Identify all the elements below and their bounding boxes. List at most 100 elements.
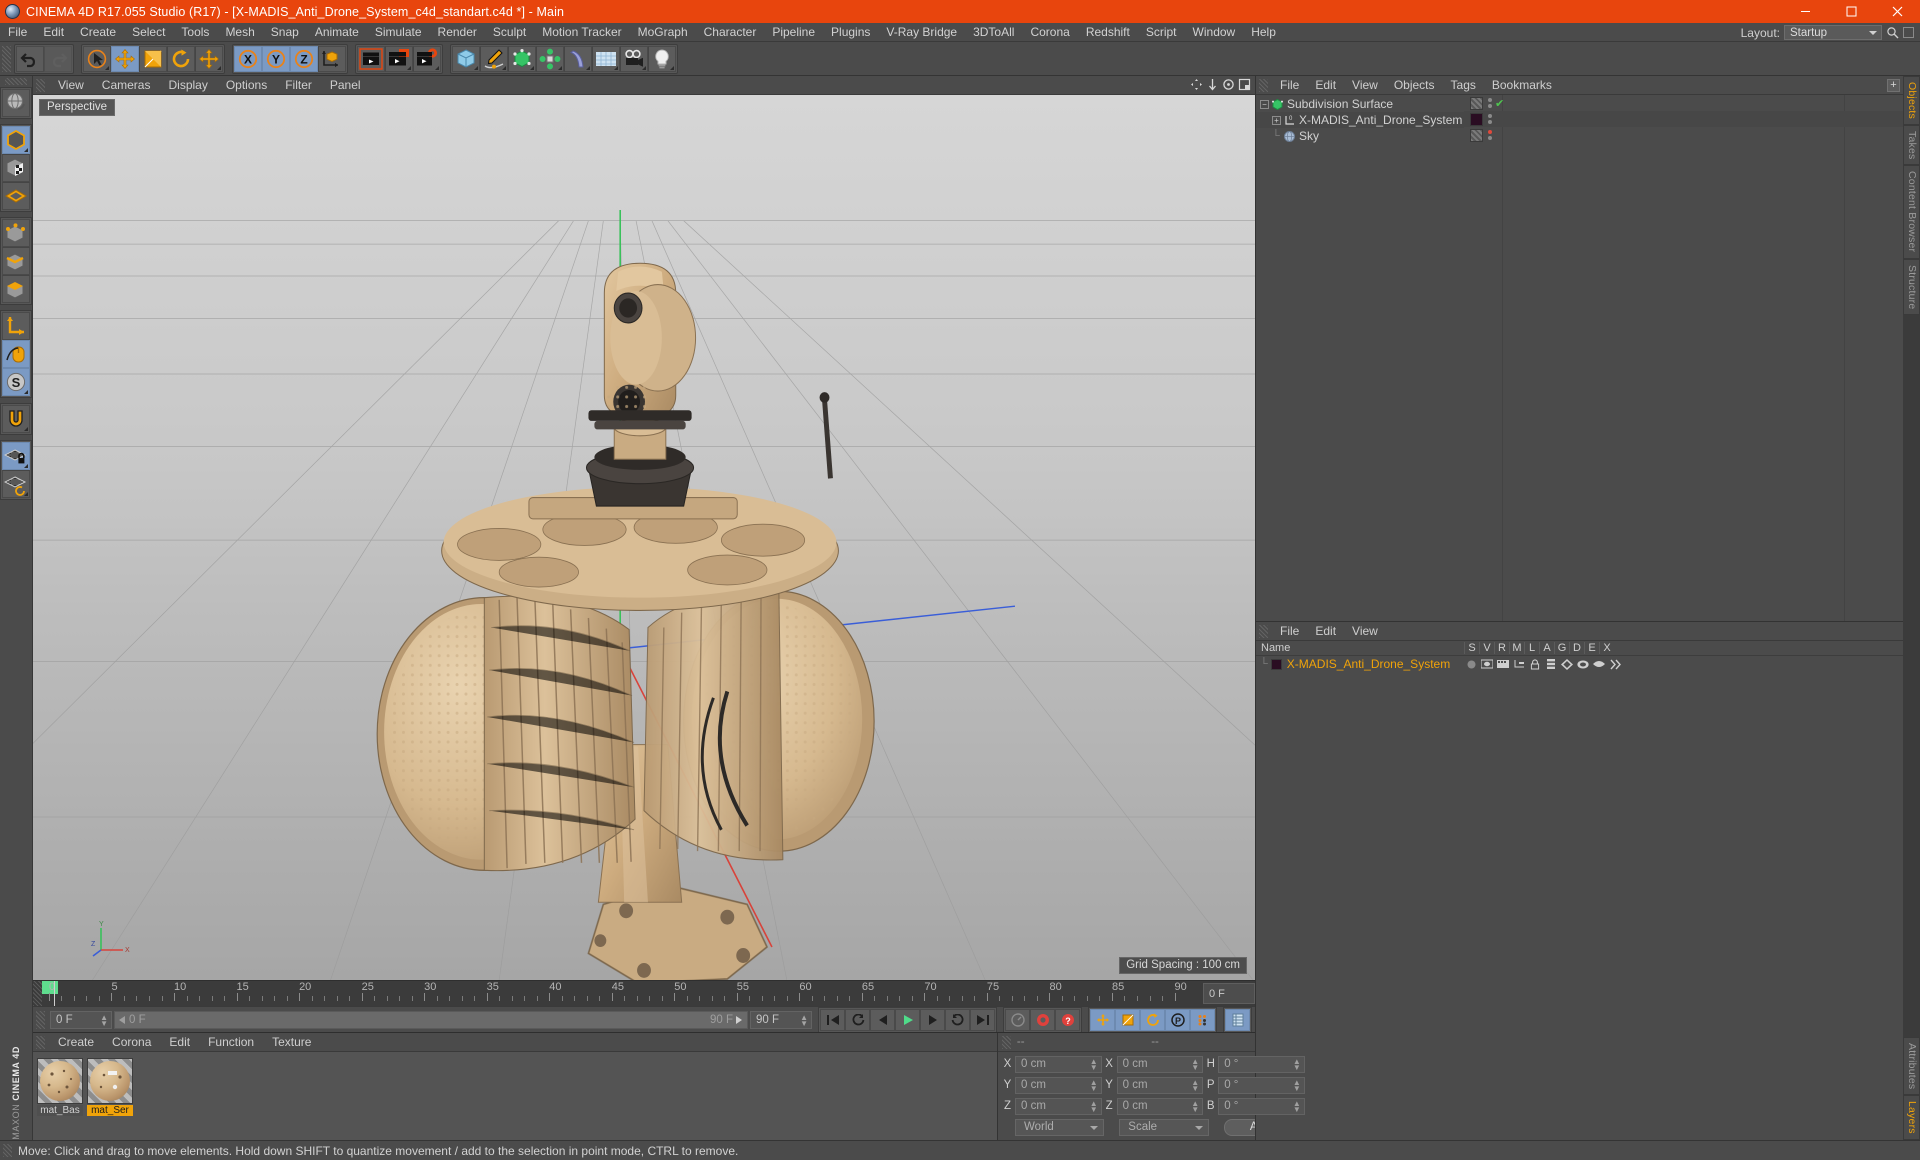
autokeying-button[interactable] xyxy=(1005,1008,1030,1031)
side-tab-layers[interactable]: Layers xyxy=(1903,1095,1920,1140)
material-menu-corona[interactable]: Corona xyxy=(103,1033,160,1052)
go-to-end-button[interactable] xyxy=(970,1008,995,1031)
spinner-icon[interactable]: ▲ ▼ xyxy=(1090,1057,1098,1071)
visibility-dots[interactable] xyxy=(1488,130,1492,140)
coordinate-manager-grip[interactable] xyxy=(1002,1035,1011,1049)
render-view-button[interactable] xyxy=(357,45,385,72)
timeline-ruler[interactable]: 0 5 10 15 20 25 30 35 40 45 50 55 60 65 70 75 80 85 90 0 F xyxy=(33,980,1255,1006)
step-back-button[interactable] xyxy=(870,1008,895,1031)
perspective-viewport[interactable]: Perspective Grid Spacing : 100 cm Y X Z xyxy=(33,95,1255,980)
record-scale-button[interactable] xyxy=(1115,1008,1140,1031)
layer-menu-view[interactable]: View xyxy=(1344,622,1386,641)
size-z-input[interactable]: 0 cm ▲ ▼ xyxy=(1116,1097,1204,1115)
object-row-x-madis[interactable]: + 0 X-MADIS_Anti_Drone_System xyxy=(1256,112,1464,128)
xref-icon[interactable] xyxy=(1608,658,1622,671)
object-row-subdivision-surface[interactable]: − Subdivision Surface xyxy=(1256,96,1464,112)
rot-b-input[interactable]: 0 ° ▲ ▼ xyxy=(1218,1097,1305,1115)
timeline-grip[interactable] xyxy=(33,981,42,1006)
enable-snapping-button[interactable] xyxy=(2,405,30,433)
column-generators[interactable]: G xyxy=(1554,642,1569,654)
layer-manager-grip[interactable] xyxy=(1259,624,1268,638)
expander-icon[interactable]: + xyxy=(1272,115,1281,125)
edges-mode-button[interactable] xyxy=(2,247,30,275)
material-menu-create[interactable]: Create xyxy=(49,1033,103,1052)
menu-item-pipeline[interactable]: Pipeline xyxy=(764,23,823,42)
slider-left-arrow-icon[interactable] xyxy=(119,1015,126,1024)
viewport-menu-view[interactable]: View xyxy=(49,76,93,95)
play-button[interactable] xyxy=(895,1008,920,1031)
viewport-menu-filter[interactable]: Filter xyxy=(276,76,321,95)
scale-tool-button[interactable] xyxy=(139,45,167,72)
menu-item-snap[interactable]: Snap xyxy=(263,23,307,42)
camera-button[interactable] xyxy=(620,45,648,72)
layer-icon[interactable] xyxy=(1544,658,1558,671)
move-tool-button[interactable] xyxy=(111,45,139,72)
coordinate-system-select[interactable]: World xyxy=(1015,1118,1105,1136)
object-menu-bookmarks[interactable]: Bookmarks xyxy=(1484,76,1560,95)
search-icon[interactable] xyxy=(1886,26,1899,39)
render-icon[interactable] xyxy=(1496,658,1510,671)
add-object-button[interactable]: + xyxy=(1887,78,1900,92)
rotate-tool-button[interactable] xyxy=(167,45,195,72)
column-animation[interactable]: A xyxy=(1539,642,1554,654)
record-position-button[interactable] xyxy=(1090,1008,1115,1031)
record-rotation-button[interactable] xyxy=(1140,1008,1165,1031)
material-menu-function[interactable]: Function xyxy=(199,1033,263,1052)
object-menu-view[interactable]: View xyxy=(1344,76,1386,95)
material-item-sensor[interactable]: mat_Ser xyxy=(87,1058,133,1116)
spinner-icon[interactable]: ▲ ▼ xyxy=(1293,1099,1301,1113)
column-deformers[interactable]: D xyxy=(1569,642,1584,654)
slider-right-arrow-icon[interactable] xyxy=(736,1015,743,1024)
record-active-objects-button[interactable] xyxy=(1030,1008,1055,1031)
nurbs-button[interactable] xyxy=(508,45,536,72)
menu-item-plugins[interactable]: Plugins xyxy=(823,23,878,42)
side-tab-takes[interactable]: Takes xyxy=(1903,125,1920,166)
go-to-previous-key-button[interactable] xyxy=(845,1008,870,1031)
side-tab-structure[interactable]: Structure xyxy=(1903,258,1920,316)
go-to-next-key-button[interactable] xyxy=(945,1008,970,1031)
spinner-icon[interactable]: ▲ ▼ xyxy=(1191,1078,1199,1092)
material-item-base[interactable]: mat_Bas xyxy=(37,1058,83,1116)
hierarchy-icon[interactable] xyxy=(1512,658,1526,671)
menu-item-corona[interactable]: Corona xyxy=(1022,23,1077,42)
spinner-icon[interactable]: ▲ ▼ xyxy=(1191,1099,1199,1113)
maximize-view-icon[interactable] xyxy=(1238,78,1251,91)
go-to-start-button[interactable] xyxy=(820,1008,845,1031)
sphere-dot-icon[interactable] xyxy=(1464,658,1478,671)
maximize-icon[interactable] xyxy=(1828,0,1874,23)
column-render[interactable]: R xyxy=(1494,642,1509,654)
visibility-dots[interactable] xyxy=(1488,98,1492,108)
menu-item-window[interactable]: Window xyxy=(1185,23,1244,42)
toolbar-grip[interactable] xyxy=(2,45,11,72)
lock-y-button[interactable]: Y xyxy=(262,45,290,72)
material-swatch[interactable] xyxy=(37,1058,83,1104)
column-solo[interactable]: S xyxy=(1464,642,1479,654)
world-object-coordinates-button[interactable] xyxy=(318,45,346,72)
object-tag-hatched[interactable] xyxy=(1470,96,1483,110)
layout-select[interactable]: Startup xyxy=(1784,25,1882,40)
side-tab-objects[interactable]: Objects xyxy=(1903,76,1920,125)
menu-item-render[interactable]: Render xyxy=(430,23,485,42)
spinner-icon[interactable]: ▲ ▼ xyxy=(1293,1078,1301,1092)
texture-mode-button[interactable] xyxy=(2,182,30,210)
visibility-dots[interactable] xyxy=(1488,114,1492,124)
pos-y-input[interactable]: 0 cm ▲ ▼ xyxy=(1015,1076,1102,1094)
lock-z-button[interactable]: Z xyxy=(290,45,318,72)
deformer-icon[interactable] xyxy=(1576,658,1590,671)
polygons-mode-button[interactable] xyxy=(2,275,30,303)
model-mode-button[interactable] xyxy=(2,154,30,182)
column-manager[interactable]: M xyxy=(1509,642,1524,654)
menu-item-script[interactable]: Script xyxy=(1138,23,1185,42)
timeline-playhead[interactable] xyxy=(53,981,55,1006)
timeline-frame-field[interactable]: 0 F xyxy=(1203,983,1255,1004)
array-button[interactable] xyxy=(536,45,564,72)
workplane-rotate-button[interactable] xyxy=(2,470,30,498)
max-frame-input[interactable]: 90 F ▲ ▼ xyxy=(750,1010,812,1029)
timeline-track[interactable]: 0 5 10 15 20 25 30 35 40 45 50 55 60 65 70 75 80 85 90 xyxy=(42,981,1200,1006)
visibility-icon[interactable] xyxy=(1480,658,1494,671)
menu-item-animate[interactable]: Animate xyxy=(307,23,367,42)
panel-icon[interactable] xyxy=(1903,27,1914,38)
minimize-icon[interactable] xyxy=(1782,0,1828,23)
record-parameter-button[interactable] xyxy=(1190,1008,1215,1031)
pos-x-input[interactable]: 0 cm ▲ ▼ xyxy=(1015,1055,1102,1073)
